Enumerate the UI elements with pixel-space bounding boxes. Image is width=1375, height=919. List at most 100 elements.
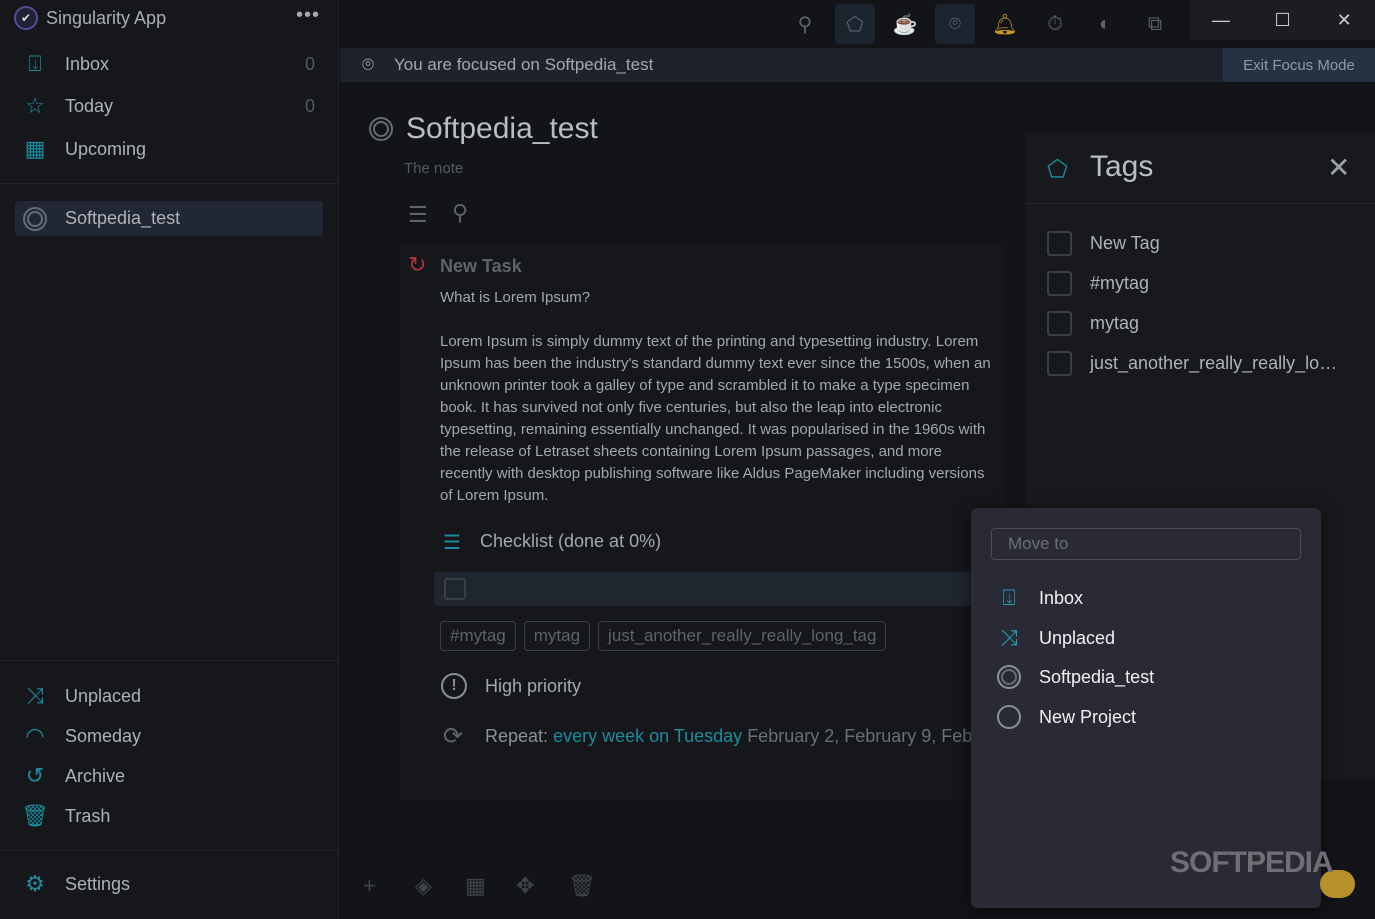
repeat-row[interactable]: Repeat: every week on Tuesday February 2… xyxy=(485,726,971,747)
contrast-icon[interactable]: ◐ xyxy=(1085,4,1125,44)
minimize-button[interactable]: — xyxy=(1190,0,1252,40)
sidebar-item-today[interactable]: ☆ Today 0 xyxy=(20,90,320,122)
project-ring-icon xyxy=(997,665,1021,689)
sidebar-item-unplaced[interactable]: ⤨ Unplaced xyxy=(20,680,320,712)
divider xyxy=(1025,203,1375,204)
page-title[interactable]: Softpedia_test xyxy=(406,112,598,146)
coffee-icon[interactable]: ☕ xyxy=(885,4,925,44)
repeat-task-icon[interactable]: ↻ xyxy=(408,252,426,278)
add-icon[interactable]: + xyxy=(363,873,376,899)
exit-focus-button[interactable]: Exit Focus Mode xyxy=(1223,48,1375,82)
sidebar-item-settings[interactable]: ⚙ Settings xyxy=(20,868,320,900)
priority-label[interactable]: High priority xyxy=(485,676,581,697)
count: 0 xyxy=(304,53,315,74)
sidebar-item-inbox[interactable]: ⍗ Inbox 0 xyxy=(20,48,320,80)
tag-option[interactable]: mytag xyxy=(1047,311,1139,336)
repeat-rule[interactable]: every week on Tuesday xyxy=(553,726,742,746)
app-title: ✔ Singularity App xyxy=(14,6,166,30)
checkbox[interactable] xyxy=(1047,311,1072,336)
trash-icon[interactable]: 🗑 xyxy=(568,873,596,899)
rainbow-icon: ◠ xyxy=(25,723,45,748)
task-title[interactable]: New Task xyxy=(440,256,522,277)
softpedia-watermark: SOFTPEDIA xyxy=(1170,846,1334,879)
app-name: Singularity App xyxy=(46,7,167,28)
divider xyxy=(0,660,339,661)
checklist-checkbox[interactable] xyxy=(444,578,466,600)
checkbox[interactable] xyxy=(1047,271,1072,296)
label: Softpedia_test xyxy=(1039,666,1155,687)
label: Archive xyxy=(65,765,126,786)
tag-chip[interactable]: just_another_really_really_long_tag xyxy=(598,621,887,651)
star-icon: ☆ xyxy=(25,93,45,118)
focus-icon[interactable]: ⌾ xyxy=(935,4,975,44)
inbox-icon: ⍗ xyxy=(1002,585,1016,610)
tags-title: Tags xyxy=(1090,150,1154,183)
task-tags: #mytag mytag just_another_really_really_lo… xyxy=(440,621,894,651)
sidebar-item-archive[interactable]: ↺ Archive xyxy=(20,760,320,792)
focus-text: You are focused on Softpedia_test xyxy=(394,55,654,74)
copy-icon[interactable]: ⧉ xyxy=(1135,4,1175,44)
close-icon[interactable]: ✕ xyxy=(1327,151,1350,184)
project-ring-icon xyxy=(23,206,47,231)
label: Softpedia_test xyxy=(65,208,181,228)
sidebar: ✔ Singularity App ••• ⍗ Inbox 0 ☆ Today 0 ▦ Up… xyxy=(0,0,339,919)
checklist-item[interactable] xyxy=(434,572,974,606)
repeat-label: Repeat: xyxy=(485,726,549,746)
move-option-inbox[interactable]: ⍗ Inbox xyxy=(995,585,1083,611)
label: New Project xyxy=(1039,706,1137,727)
move-icon[interactable]: ✥ xyxy=(516,873,534,899)
sidebar-item-someday[interactable]: ◠ Someday xyxy=(20,720,320,752)
timer-icon[interactable]: ⏱︎ xyxy=(1035,4,1075,44)
checklist-icon: ☰ xyxy=(443,532,461,554)
toolbar: ⚲ ⬠ ☕ ⌾ 🔔︎ ⏱︎ ◐ ⧉ xyxy=(340,0,1190,48)
move-option-new-project[interactable]: New Project xyxy=(995,705,1136,729)
project-circle-icon xyxy=(997,705,1021,729)
search-icon[interactable]: ⚲ xyxy=(785,4,825,44)
tag-chip[interactable]: #mytag xyxy=(440,621,516,651)
checklist-title: Checklist (done at 0%) xyxy=(480,531,662,551)
shuffle-icon: ⤨ xyxy=(26,683,44,708)
bell-icon[interactable]: 🔔︎ xyxy=(985,4,1025,44)
project-note[interactable]: The note xyxy=(404,160,463,177)
gear-icon: ⚙ xyxy=(25,871,45,896)
app-logo-icon: ✔ xyxy=(14,6,38,30)
window-controls: — ☐ ✕ xyxy=(1190,0,1375,40)
move-option-softpedia-test[interactable]: Softpedia_test xyxy=(995,665,1154,689)
label: Today xyxy=(65,95,114,116)
label: Inbox xyxy=(1039,587,1084,608)
task-description[interactable]: What is Lorem Ipsum? Lorem Ipsum is simp… xyxy=(440,287,995,507)
label: New Tag xyxy=(1090,233,1160,253)
maximize-button[interactable]: ☐ xyxy=(1252,0,1314,40)
label: Settings xyxy=(65,873,131,894)
sort-icon[interactable]: ☰ xyxy=(408,202,428,228)
history-icon: ↺ xyxy=(25,763,45,788)
checkbox[interactable] xyxy=(1047,351,1072,376)
shuffle-icon: ⤨ xyxy=(1000,625,1018,650)
tag-option[interactable]: #mytag xyxy=(1047,271,1149,296)
move-to-input[interactable] xyxy=(991,528,1301,560)
tag-option[interactable]: just_another_really_really_lo… xyxy=(1047,351,1337,376)
sidebar-item-trash[interactable]: 🗑 Trash xyxy=(20,800,320,832)
divider xyxy=(0,183,339,184)
checkbox[interactable] xyxy=(1047,231,1072,256)
project-ring-icon xyxy=(369,117,393,141)
layers-icon[interactable]: ◈ xyxy=(415,873,432,899)
close-window-button[interactable]: ✕ xyxy=(1313,0,1375,40)
tag-chip[interactable]: mytag xyxy=(523,621,591,651)
label: Trash xyxy=(65,805,111,826)
count: 0 xyxy=(304,95,315,116)
label: Inbox xyxy=(65,53,110,74)
tag-option[interactable]: New Tag xyxy=(1047,231,1160,256)
sidebar-project-softpedia-test[interactable]: Softpedia_test xyxy=(15,201,323,236)
more-dots-icon[interactable]: ••• xyxy=(296,4,320,27)
search-filter-icon[interactable]: ⚲ xyxy=(452,200,468,226)
tag-icon: ⬠ xyxy=(1047,156,1068,183)
calendar-icon: ▦ xyxy=(24,136,46,161)
priority-icon: ! xyxy=(441,673,467,699)
sidebar-item-upcoming[interactable]: ▦ Upcoming xyxy=(20,133,320,165)
calendar-icon[interactable]: ▦ xyxy=(465,873,486,899)
label: Unplaced xyxy=(1039,627,1116,648)
move-option-unplaced[interactable]: ⤨ Unplaced xyxy=(995,625,1115,651)
focus-icon: ⌾ xyxy=(362,53,374,76)
tag-icon[interactable]: ⬠ xyxy=(835,4,875,44)
